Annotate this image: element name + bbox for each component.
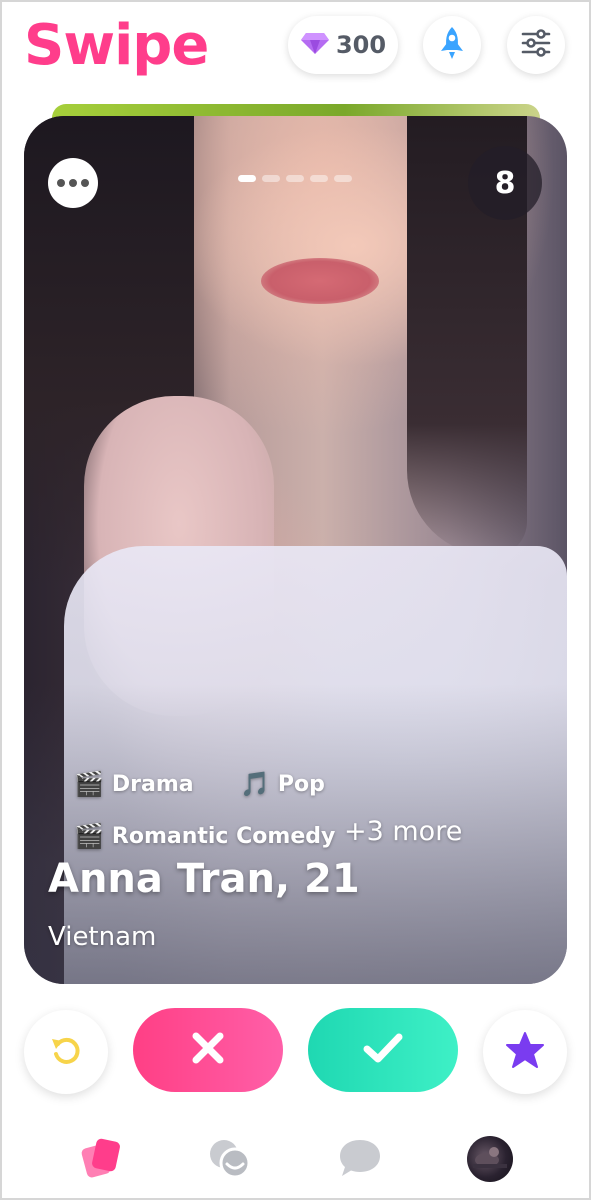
interest-tag: 🎬 Drama bbox=[74, 770, 194, 798]
dot-icon bbox=[69, 179, 77, 187]
nav-swipe-tab[interactable] bbox=[78, 1136, 126, 1184]
profile-avatar bbox=[467, 1136, 513, 1182]
more-interests-link[interactable]: +3 more bbox=[344, 816, 462, 847]
boost-button[interactable] bbox=[423, 16, 481, 74]
gems-balance-button[interactable]: 300 bbox=[288, 16, 398, 74]
nav-profile-tab[interactable] bbox=[467, 1136, 513, 1182]
undo-button[interactable] bbox=[24, 1010, 108, 1094]
dot-icon bbox=[57, 179, 65, 187]
diamond-icon bbox=[300, 31, 330, 59]
photo-indicator bbox=[286, 175, 304, 182]
clapperboard-icon: 🎬 bbox=[74, 770, 104, 798]
dot-icon bbox=[81, 179, 89, 187]
rocket-icon bbox=[439, 26, 465, 64]
undo-icon bbox=[49, 1033, 83, 1071]
profile-card[interactable]: 8 🎬 Drama 🎵 Pop 🎬 Romantic Comedy +3 mor… bbox=[24, 116, 567, 984]
nav-chat-tab[interactable] bbox=[336, 1136, 384, 1184]
app-logo: Swipe bbox=[24, 13, 209, 78]
photo-count-badge[interactable]: 8 bbox=[468, 146, 542, 220]
gems-count: 300 bbox=[335, 31, 387, 59]
interest-label: Romantic Comedy bbox=[111, 823, 336, 849]
sliders-icon bbox=[521, 29, 551, 61]
interest-label: Drama bbox=[111, 771, 194, 797]
music-note-icon: 🎵 bbox=[240, 770, 270, 798]
interest-label: Pop bbox=[277, 771, 325, 797]
profile-photo-region bbox=[261, 258, 379, 304]
like-button[interactable] bbox=[308, 1008, 458, 1092]
superlike-button[interactable] bbox=[483, 1010, 567, 1094]
filters-button[interactable] bbox=[507, 16, 565, 74]
nope-button[interactable] bbox=[133, 1008, 283, 1092]
profile-location: Vietnam bbox=[48, 922, 157, 952]
photo-indicator bbox=[262, 175, 280, 182]
interest-tag: 🎬 Romantic Comedy bbox=[74, 822, 335, 850]
profile-name: Anna Tran, 21 bbox=[48, 856, 360, 902]
photo-pagination bbox=[238, 175, 352, 182]
star-icon bbox=[505, 1031, 545, 1073]
photo-indicator bbox=[334, 175, 352, 182]
cards-icon bbox=[80, 1136, 124, 1184]
clapperboard-icon: 🎬 bbox=[74, 822, 104, 850]
matches-icon bbox=[207, 1136, 253, 1184]
more-options-button[interactable] bbox=[48, 158, 98, 208]
nav-matches-tab[interactable] bbox=[206, 1136, 254, 1184]
close-icon bbox=[190, 1030, 226, 1070]
interest-tag: 🎵 Pop bbox=[240, 770, 325, 798]
photo-indicator bbox=[310, 175, 328, 182]
chat-icon bbox=[337, 1136, 383, 1184]
photo-indicator-active bbox=[238, 175, 256, 182]
check-icon bbox=[362, 1031, 404, 1069]
